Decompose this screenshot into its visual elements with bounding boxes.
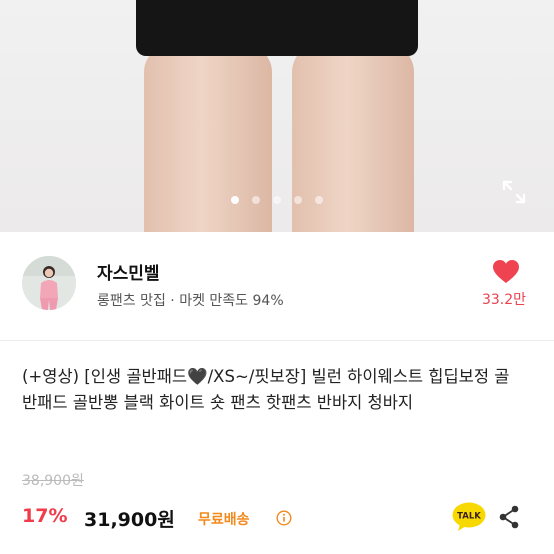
gallery-dot-active[interactable] (231, 196, 239, 204)
original-price: 38,900원 (22, 473, 84, 489)
talk-label: TALK (457, 512, 481, 522)
seller-avatar[interactable] (22, 256, 76, 310)
product-photo[interactable] (0, 0, 554, 232)
gallery-pagination (0, 196, 554, 204)
gallery-dot[interactable] (315, 196, 323, 204)
seller-name[interactable]: 자스민벨 (97, 259, 160, 284)
seller-row[interactable]: 자스민벨 롱팬츠 맛집 · 마켓 만족도 94% 33.2만 (0, 232, 554, 341)
kakao-talk-icon[interactable]: TALK (452, 502, 486, 532)
info-icon[interactable] (276, 510, 292, 526)
share-icon[interactable] (498, 505, 520, 529)
expand-arrows-icon[interactable] (500, 178, 528, 206)
gallery-dot[interactable] (273, 196, 281, 204)
gallery-dot[interactable] (252, 196, 260, 204)
gallery-dot[interactable] (294, 196, 302, 204)
discount-rate: 17% (22, 505, 68, 527)
product-title: (+영상) [인생 골반패드🖤/XS~/핏보장] 빌런 하이웨스트 힙딥보정 골… (22, 367, 510, 412)
free-shipping-label: 무료배송 (198, 512, 250, 528)
product-photo-shorts (136, 0, 418, 56)
seller-subtitle: 롱팬츠 맛집 · 마켓 만족도 94% (97, 293, 284, 309)
heart-icon[interactable] (492, 259, 520, 285)
sale-price: 31,900원 (84, 509, 175, 531)
like-count: 33.2만 (481, 292, 527, 308)
